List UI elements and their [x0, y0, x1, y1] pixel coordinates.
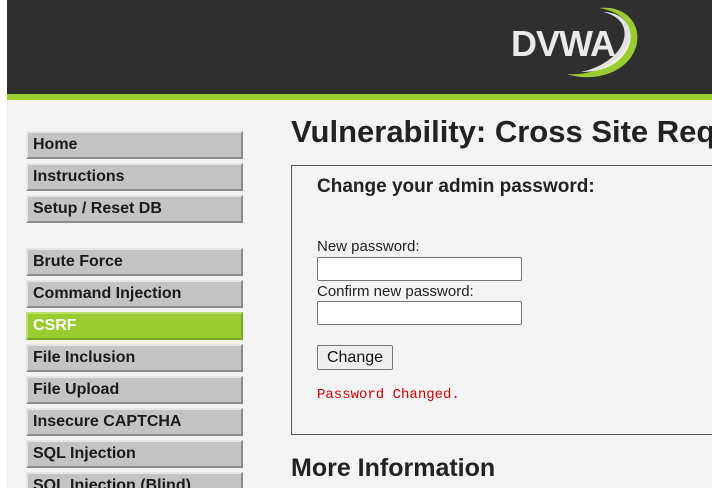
sidebar-item-home[interactable]: Home	[26, 131, 243, 159]
change-password-panel: Change your admin password: New password…	[291, 165, 712, 435]
new-password-label: New password:	[317, 238, 420, 255]
form-heading: Change your admin password:	[317, 176, 595, 197]
sidebar-item-command-injection[interactable]: Command Injection	[26, 280, 243, 308]
confirm-password-label: Confirm new password:	[317, 283, 474, 300]
sidebar-item-sql-injection-blind[interactable]: SQL Injection (Blind)	[26, 472, 243, 488]
page-margin	[0, 0, 7, 488]
dvwa-logo[interactable]: DVWA	[507, 2, 647, 82]
more-information-heading: More Information	[291, 454, 496, 482]
logo-text: DVWA	[511, 23, 616, 64]
confirm-password-field[interactable]	[317, 301, 522, 325]
sidebar-item-setup-reset-db[interactable]: Setup / Reset DB	[26, 195, 243, 223]
page-title: Vulnerability: Cross Site Request Forger…	[291, 114, 712, 149]
sidebar-item-sql-injection[interactable]: SQL Injection	[26, 440, 243, 468]
sidebar-item-brute-force[interactable]: Brute Force	[26, 248, 243, 276]
sidebar-item-insecure-captcha[interactable]: Insecure CAPTCHA	[26, 408, 243, 436]
header-bar: DVWA	[7, 0, 712, 94]
status-message: Password Changed.	[317, 387, 460, 403]
sidebar-item-file-upload[interactable]: File Upload	[26, 376, 243, 404]
sidebar-item-csrf[interactable]: CSRF	[26, 312, 243, 340]
change-button[interactable]: Change	[317, 345, 393, 370]
sidebar-item-file-inclusion[interactable]: File Inclusion	[26, 344, 243, 372]
sidebar-item-instructions[interactable]: Instructions	[26, 163, 243, 191]
dvwa-page: DVWA Home Instructions Setup / Reset DB …	[0, 0, 712, 488]
new-password-field[interactable]	[317, 257, 522, 281]
